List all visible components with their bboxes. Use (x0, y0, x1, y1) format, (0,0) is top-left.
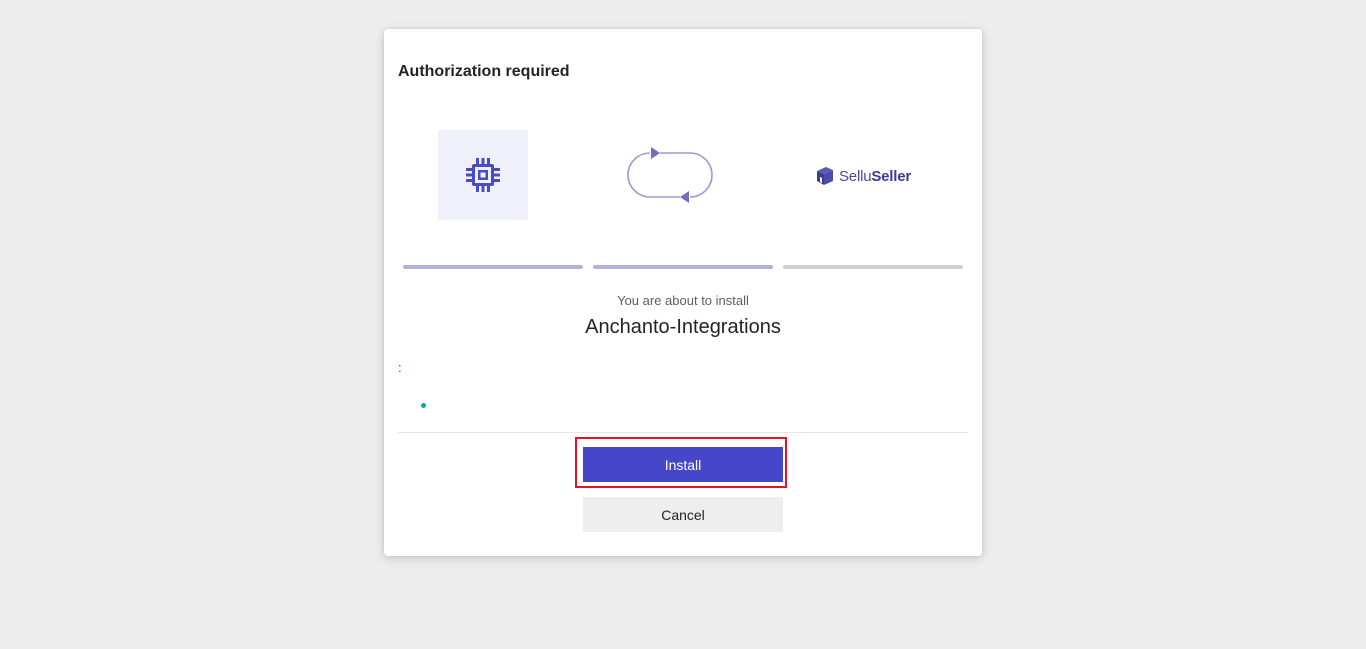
selluseller-logo: SelluSeller (815, 163, 911, 189)
app-icon-tile (438, 130, 528, 220)
brand-suffix: Seller (871, 167, 912, 185)
install-button[interactable]: Install (583, 447, 783, 482)
progress-step-2 (593, 265, 773, 269)
brand-prefix: Sellu (839, 167, 872, 185)
authorization-dialog: Authorization required SelluSeller You a… (384, 29, 982, 556)
permissions-label: : (398, 360, 402, 375)
cancel-button[interactable]: Cancel (583, 497, 783, 532)
selluseller-logo-icon (817, 167, 833, 185)
logo-row: SelluSeller (384, 130, 982, 220)
install-subtitle: You are about to install (617, 293, 749, 308)
app-name: Anchanto-Integrations (585, 316, 781, 338)
brand-name: SelluSeller (839, 168, 911, 185)
progress-step-3 (783, 265, 963, 269)
sync-arrows-icon (627, 147, 713, 203)
dialog-title: Authorization required (398, 63, 570, 80)
chip-icon (466, 158, 500, 192)
progress-step-1 (403, 265, 583, 269)
footer-divider (398, 432, 968, 433)
permission-bullet (421, 403, 426, 408)
